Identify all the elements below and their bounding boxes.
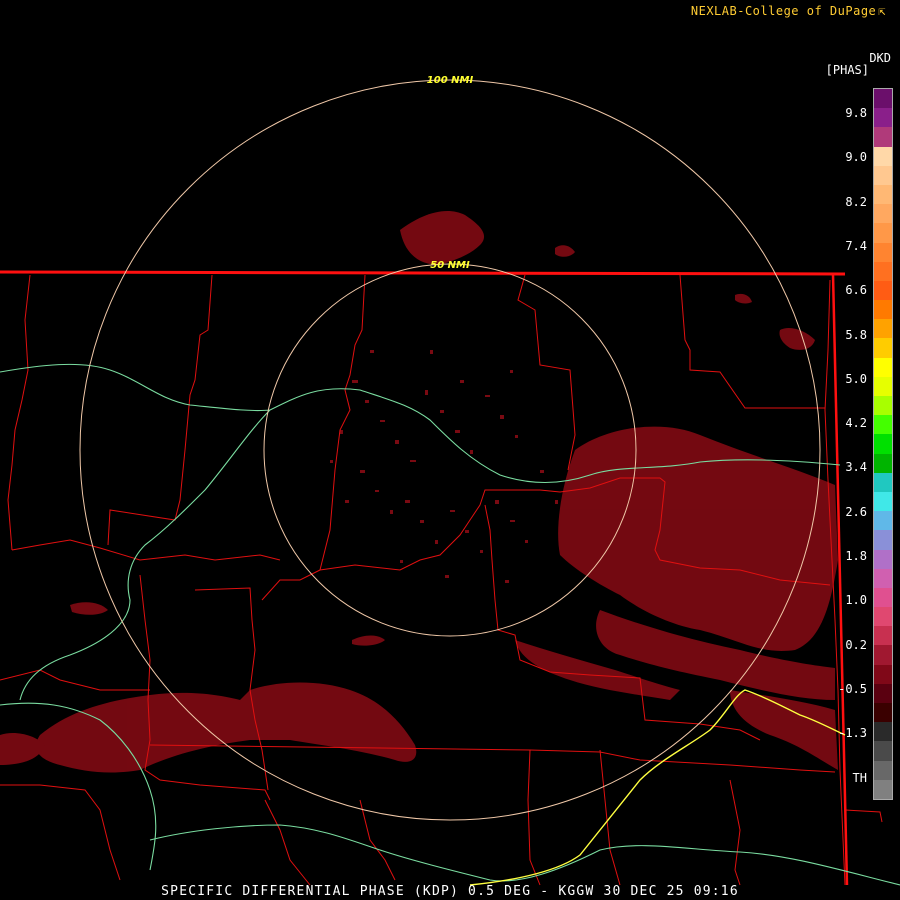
legend-swatch	[874, 703, 892, 723]
legend-header: DKD [PHAS]	[826, 52, 891, 76]
legend-units: [PHAS]	[825, 63, 869, 77]
legend-swatch	[874, 779, 892, 799]
legend-swatch	[874, 683, 892, 703]
legend-swatch	[874, 396, 892, 416]
legend-tick-label: 1.0	[845, 593, 867, 608]
legend-swatch	[874, 626, 892, 646]
legend-swatch	[874, 89, 892, 109]
state-border-north	[0, 270, 846, 276]
legend-swatch	[874, 664, 892, 684]
legend-tick-label: 0.2	[845, 637, 867, 652]
legend-swatch	[874, 146, 892, 166]
legend-swatch	[874, 261, 892, 281]
legend-swatch	[874, 108, 892, 128]
legend-swatch	[874, 319, 892, 339]
legend-tick-label: 2.6	[845, 504, 867, 519]
legend-tick-label: -1.3	[838, 726, 867, 741]
product-caption: SPECIFIC DIFFERENTIAL PHASE (KDP) 0.5 DE…	[161, 884, 739, 899]
credit-label: NEXLAB-College of DuPage ⇱	[691, 4, 886, 18]
legend-swatch	[874, 472, 892, 492]
legend-tick-label: 9.0	[845, 150, 867, 165]
legend-color-bar	[873, 88, 893, 800]
legend-swatch	[874, 741, 892, 761]
legend-tick-label: 7.4	[845, 238, 867, 253]
legend-swatch	[874, 568, 892, 588]
legend-swatch	[874, 127, 892, 147]
credit-text: NEXLAB-College of DuPage	[690, 4, 877, 18]
legend-tick-label: 5.0	[845, 371, 867, 386]
legend-swatch	[874, 511, 892, 531]
legend-tick-label: 5.8	[845, 327, 867, 342]
legend-tick-label: 9.8	[845, 106, 867, 120]
legend-tick-label: 6.6	[845, 283, 867, 298]
legend-tick-label: 4.2	[845, 416, 867, 431]
legend-swatch	[874, 165, 892, 185]
radar-map: 100 NMI 50 NMI	[0, 0, 900, 900]
range-ring-label-50: 50 NMI	[430, 260, 470, 271]
cursor-arrow-icon: ⇱	[878, 4, 886, 18]
legend-swatch	[874, 184, 892, 205]
range-ring-label-100: 100 NMI	[427, 75, 474, 86]
legend-swatch	[874, 607, 892, 627]
legend-swatch	[874, 223, 892, 243]
legend-tick-label: -0.5	[838, 681, 867, 696]
legend-swatch	[874, 204, 892, 224]
legend-swatch	[874, 415, 892, 435]
legend-swatch	[874, 280, 892, 301]
legend-tick-label: 3.4	[845, 460, 867, 475]
legend-swatch	[874, 722, 892, 742]
legend-swatch	[874, 434, 892, 454]
legend-swatch	[874, 760, 892, 780]
legend-swatch	[874, 300, 892, 320]
legend-swatch	[874, 357, 892, 377]
legend-swatch	[874, 549, 892, 569]
legend-tick-label: 8.2	[845, 194, 867, 209]
legend-swatch	[874, 645, 892, 665]
legend-swatch	[874, 453, 892, 473]
legend-swatch	[874, 491, 892, 512]
legend-tick-label: TH	[852, 770, 867, 785]
legend-swatch	[874, 338, 892, 358]
legend-tick-label: 1.8	[845, 549, 867, 563]
legend-swatch	[874, 376, 892, 396]
legend-swatch	[874, 587, 892, 608]
legend-swatch	[874, 242, 892, 262]
legend-swatch	[874, 530, 892, 550]
